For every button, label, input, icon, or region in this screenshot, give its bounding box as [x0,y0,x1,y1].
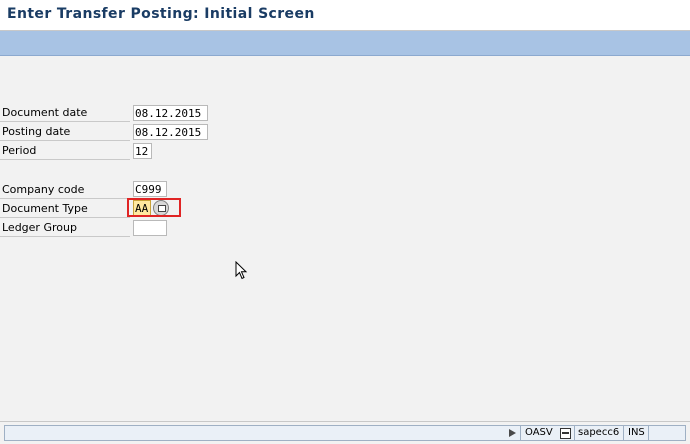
status-divider [623,425,624,441]
play-icon[interactable] [509,429,516,437]
status-divider [648,425,649,441]
company-code-field[interactable]: C999 [133,181,167,197]
period-field[interactable]: 12 [133,143,152,159]
status-bar: OASV sapecc6 INS [0,421,690,444]
mouse-pointer-icon [235,261,248,280]
status-divider [520,425,521,441]
insert-mode: INS [628,427,645,438]
document-date-label: Document date [0,104,130,122]
session-icon[interactable] [560,428,571,439]
posting-date-field[interactable]: 08.12.2015 [133,124,208,140]
page-title: Enter Transfer Posting: Initial Screen [7,6,315,22]
system-name: sapecc6 [578,427,620,438]
highlight-callout [127,198,181,217]
document-date-field[interactable]: 08.12.2015 [133,105,208,121]
transaction-code: OASV [525,427,553,438]
application-toolbar [0,31,690,56]
title-bar: Enter Transfer Posting: Initial Screen [0,0,690,31]
company-code-label: Company code [0,181,130,199]
status-divider [574,425,575,441]
ledger-group-label: Ledger Group [0,219,130,237]
document-type-label: Document Type [0,200,130,218]
posting-date-label: Posting date [0,123,130,141]
period-label: Period [0,142,130,160]
ledger-group-field[interactable] [133,220,167,236]
